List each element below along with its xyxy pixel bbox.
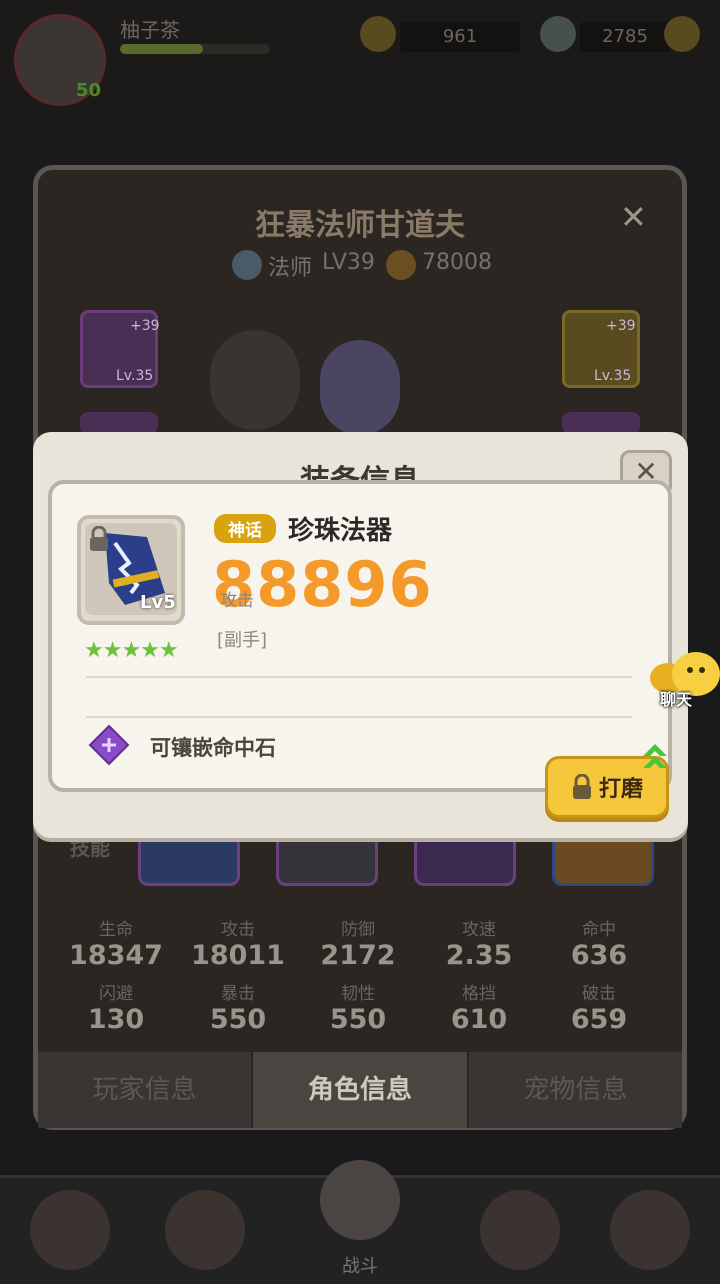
add-currency-icon[interactable] [664,16,700,52]
tab-player-info[interactable]: 玩家信息 [38,1052,254,1128]
hero-power: 78008 [422,250,492,275]
nav-shop-icon[interactable] [610,1190,690,1270]
hero-class: 法师 [268,256,313,281]
nav-battle-label: 战斗 [342,1256,378,1277]
player-level-badge: 50 [76,80,102,101]
lock-icon [88,525,110,552]
nav-hero-icon[interactable] [30,1190,110,1270]
hero-portrait-left [210,330,300,430]
divider [86,676,632,678]
gold-icon [360,16,396,52]
class-icon [232,250,262,280]
currency1-value: 961 [400,22,520,52]
item-name: 珍珠法器 [288,516,393,546]
stat-item: 格挡 610 [450,984,508,1035]
nav-pet-icon[interactable] [480,1190,560,1270]
hero-name: 狂暴法师甘道夫 [255,208,465,243]
stat-item: 韧性 550 [329,984,387,1035]
item-level: Lv5 [140,592,176,613]
nav-character-icon[interactable] [165,1190,245,1270]
stat-item: 闪避 130 [87,984,145,1035]
skill-2[interactable] [276,838,378,886]
stat-item: 生命 18347 [69,920,163,971]
currency2-value: 2785 [580,22,670,52]
equip-slot-level: Lv.35 [594,368,632,384]
nav-battle-icon[interactable] [320,1160,400,1240]
skill-3[interactable] [414,838,516,886]
stats-grid: 生命 18347 攻击 18011 防御 2172 攻速 2.35 命中 636 闪避 13… [38,895,682,1050]
skill-1[interactable] [138,838,240,886]
player-name: 柚子茶 [120,18,180,42]
top-hud [0,0,720,110]
gem-socket-text: 可镶嵌命中石 [150,736,276,760]
item-slot: [副手] [217,630,268,651]
refine-button-label: 打磨 [598,777,643,802]
chat-label: 聊天 [660,690,693,709]
equip-slot-2[interactable] [80,412,158,434]
tab-pet-info[interactable]: 宠物信息 [469,1052,682,1128]
item-stars: ★★★★★ [84,638,179,663]
gem-socket-icon [88,724,130,766]
stat-item: 攻速 2.35 [445,920,513,971]
item-attr-label: 攻击 [220,591,254,611]
equip-slot-plus: +39 [606,318,636,334]
panel-close-button[interactable]: ✕ [620,198,647,236]
gem-icon [540,16,576,52]
skill-4[interactable] [552,838,654,886]
stat-item: 破击 659 [570,984,628,1035]
equip-slot-plus: +39 [130,318,160,334]
stat-item: 防御 2172 [320,920,396,971]
equip-slot-level: Lv.35 [116,368,154,384]
hero-portrait [320,340,400,435]
upgrade-arrow-icon [641,742,669,772]
stat-item: 暴击 550 [209,984,267,1035]
power-icon [386,250,416,280]
hero-level: LV39 [322,250,375,275]
info-tabs: 玩家信息 角色信息 宠物信息 [38,1052,682,1128]
lock-icon [572,774,591,799]
equip-slot-4[interactable] [562,412,640,434]
stat-item: 命中 636 [570,920,628,971]
xp-bar [120,44,270,54]
tab-character-info[interactable]: 角色信息 [253,1052,469,1128]
divider [86,716,632,718]
rarity-badge: 神话 [214,514,276,543]
stat-item: 攻击 18011 [191,920,285,971]
